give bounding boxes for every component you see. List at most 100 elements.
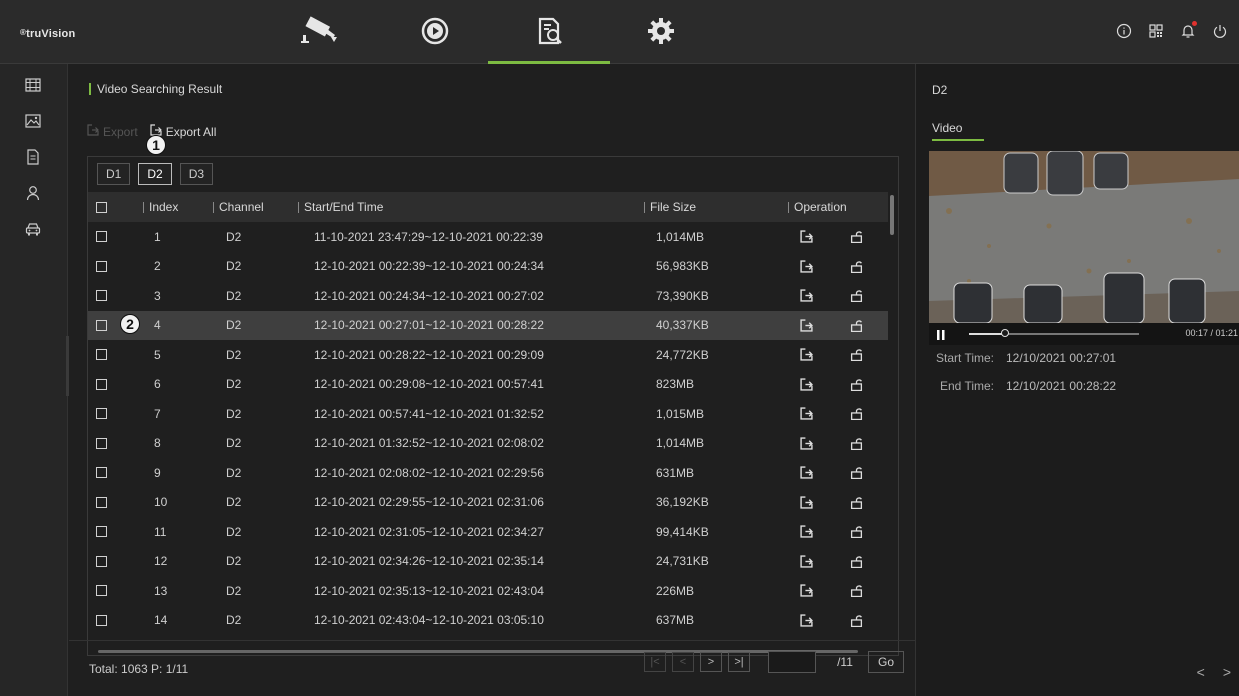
table-row[interactable]: 10 D2 12-10-2021 02:29:55~12-10-2021 02:31… [88, 488, 888, 517]
end-time-value: 12/10/2021 00:28:22 [1006, 379, 1117, 393]
nav-tab-configuration[interactable] [600, 0, 722, 64]
row-export-button[interactable] [798, 576, 814, 605]
column-header-channel: Channel [213, 192, 264, 222]
row-time: 12-10-2021 00:22:39~12-10-2021 00:24:34 [314, 259, 544, 273]
row-file-size: 1,014MB [656, 229, 705, 244]
table-row[interactable]: 13 D2 12-10-2021 02:35:13~12-10-2021 02:43… [88, 576, 888, 605]
row-checkbox[interactable] [96, 281, 107, 310]
qr-code-icon[interactable] [1147, 22, 1165, 40]
tab-video[interactable]: Video [932, 121, 984, 141]
table-row[interactable]: 8 D2 12-10-2021 01:32:52~12-10-2021 02:08:… [88, 429, 888, 458]
document-icon[interactable] [24, 148, 42, 166]
row-checkbox[interactable] [96, 517, 107, 546]
chevron-left-icon[interactable]: < [1197, 664, 1205, 680]
row-lock-button[interactable] [848, 252, 864, 281]
row-lock-button[interactable] [848, 222, 864, 251]
video-preview[interactable] [929, 151, 1239, 323]
channel-tab-d3[interactable]: D3 [179, 163, 214, 185]
row-checkbox[interactable] [96, 340, 107, 369]
row-lock-button[interactable] [848, 458, 864, 487]
row-lock-button[interactable] [848, 340, 864, 369]
vertical-scrollbar[interactable] [890, 195, 894, 235]
row-export-button[interactable] [798, 547, 814, 576]
row-lock-button[interactable] [848, 429, 864, 458]
go-button[interactable]: Go [868, 651, 904, 673]
row-export-button[interactable] [798, 222, 814, 251]
row-checkbox[interactable] [96, 576, 107, 605]
row-export-button[interactable] [798, 340, 814, 369]
row-export-button[interactable] [798, 488, 814, 517]
picture-icon[interactable] [24, 112, 42, 130]
video-file-icon[interactable] [24, 76, 42, 94]
table-row[interactable]: 6 D2 12-10-2021 00:29:08~12-10-2021 00:57:… [88, 370, 888, 399]
chevron-right-icon[interactable]: > [1223, 664, 1231, 680]
select-all-checkbox[interactable] [96, 192, 107, 222]
person-icon[interactable] [24, 184, 42, 202]
row-checkbox[interactable] [96, 252, 107, 281]
row-export-button[interactable] [798, 606, 814, 635]
table-row[interactable]: 4 D2 12-10-2021 00:27:01~12-10-2021 00:28:… [88, 310, 888, 340]
table-row[interactable]: 2 D2 12-10-2021 00:22:39~12-10-2021 00:24:… [88, 252, 888, 281]
page-number-input[interactable] [768, 651, 816, 673]
table-row[interactable]: 7 D2 12-10-2021 00:57:41~12-10-2021 01:32:… [88, 399, 888, 428]
unlock-icon [848, 288, 864, 304]
row-checkbox[interactable] [96, 370, 107, 399]
row-export-button[interactable] [798, 311, 814, 340]
row-index: 2 [154, 259, 161, 273]
row-checkbox[interactable] [96, 222, 107, 251]
row-checkbox[interactable] [96, 429, 107, 458]
playback-progress-bar[interactable] [969, 329, 1139, 337]
export-button[interactable]: Export [87, 124, 138, 139]
table-row[interactable]: 9 D2 12-10-2021 02:08:02~12-10-2021 02:29:… [88, 458, 888, 487]
info-icon[interactable] [1115, 22, 1133, 40]
next-page-button[interactable]: > [700, 652, 722, 672]
first-page-button[interactable]: |< [644, 652, 666, 672]
pause-icon[interactable] [937, 329, 945, 343]
row-lock-button[interactable] [848, 576, 864, 605]
row-channel: D2 [226, 583, 242, 598]
row-export-button[interactable] [798, 281, 814, 310]
bell-icon[interactable] [1179, 21, 1197, 40]
export-icon [798, 317, 814, 333]
channel-tab-d1[interactable]: D1 [97, 163, 131, 185]
export-icon [798, 288, 814, 304]
row-lock-button[interactable] [848, 488, 864, 517]
power-icon[interactable] [1211, 22, 1229, 40]
table-row[interactable]: 11 D2 12-10-2021 02:31:05~12-10-2021 02:34… [88, 517, 888, 546]
row-lock-button[interactable] [848, 370, 864, 399]
row-checkbox[interactable] [96, 606, 107, 635]
brand-logo: ®truVision [20, 28, 76, 40]
table-row[interactable]: 12 D2 12-10-2021 02:34:26~12-10-2021 02:35… [88, 547, 888, 576]
playback-progress-handle[interactable] [1000, 329, 1009, 337]
row-lock-button[interactable] [848, 606, 864, 635]
row-checkbox[interactable] [96, 547, 107, 576]
nav-tab-live-view[interactable] [258, 0, 380, 64]
table-row[interactable]: 1 D2 11-10-2021 23:47:29~12-10-2021 00:22:… [88, 222, 888, 251]
row-lock-button[interactable] [848, 517, 864, 546]
row-lock-button[interactable] [848, 547, 864, 576]
row-export-button[interactable] [798, 399, 814, 428]
row-lock-button[interactable] [848, 399, 864, 428]
row-export-button[interactable] [798, 252, 814, 281]
row-lock-button[interactable] [848, 311, 864, 340]
nav-tab-playback[interactable] [374, 0, 496, 64]
channel-tab-d2[interactable]: D2 [138, 163, 172, 185]
table-row[interactable]: 14 D2 12-10-2021 02:43:04~12-10-2021 03:05… [88, 606, 888, 635]
row-lock-button[interactable] [848, 281, 864, 310]
last-page-button[interactable]: >| [728, 652, 750, 672]
table-row[interactable]: 5 D2 12-10-2021 00:28:22~12-10-2021 00:29:… [88, 340, 888, 369]
row-checkbox[interactable] [96, 488, 107, 517]
row-export-button[interactable] [798, 517, 814, 546]
row-checkbox[interactable] [96, 311, 107, 340]
nav-tab-search[interactable] [488, 0, 610, 64]
row-export-button[interactable] [798, 370, 814, 399]
vehicle-icon[interactable] [24, 220, 42, 238]
playback-progress-fill [969, 333, 1005, 335]
row-export-button[interactable] [798, 429, 814, 458]
page-title: Video Searching Result [89, 83, 222, 95]
row-checkbox[interactable] [96, 399, 107, 428]
row-checkbox[interactable] [96, 458, 107, 487]
prev-page-button[interactable]: < [672, 652, 694, 672]
row-export-button[interactable] [798, 458, 814, 487]
table-row[interactable]: 3 D2 12-10-2021 00:24:34~12-10-2021 00:27:… [88, 281, 888, 310]
